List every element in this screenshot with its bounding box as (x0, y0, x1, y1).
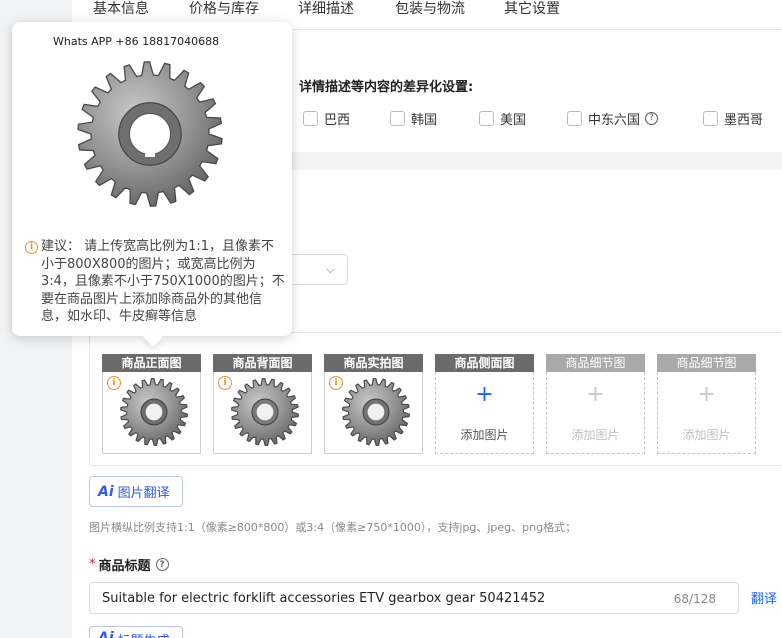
slot-header: 商品背面图 (213, 354, 312, 372)
slot-image[interactable]: i (324, 372, 423, 454)
country-label: 韩国 (411, 112, 438, 128)
checkbox[interactable] (390, 110, 405, 126)
info-circle-icon[interactable]: i (218, 376, 232, 390)
info-circle-icon[interactable]: i (107, 376, 121, 390)
tab-other-settings[interactable]: 其它设置 (504, 0, 560, 18)
ai-icon: Ai (98, 630, 114, 638)
dropdown-select[interactable]: ⌵ (286, 254, 348, 285)
slot-header: 商品细节图 (657, 354, 756, 372)
tab-package-logistics[interactable]: 包装与物流 (395, 0, 465, 18)
question-circle-icon[interactable]: ? (155, 558, 169, 571)
image-format-hint: 图片横纵比例支持1:1（像素≥800*800）或3:4（像素≥750*1000）… (89, 521, 577, 534)
image-slot-front[interactable]: 商品正面图 i (102, 354, 201, 454)
add-image-label: 添加图片 (682, 428, 731, 442)
tab-basic-info[interactable]: 基本信息 (93, 0, 149, 18)
checkbox[interactable] (567, 110, 582, 126)
country-settings-card (286, 48, 782, 152)
title-generate-button[interactable]: Ai 标题生成 (89, 626, 183, 638)
required-asterisk: * (89, 557, 96, 572)
image-slot-back[interactable]: 商品背面图 i (213, 354, 312, 454)
button-label: 图片翻译 (117, 486, 170, 501)
image-slot-detail-1: 商品细节图 + 添加图片 (546, 354, 645, 454)
country-label: 中东六国 (588, 112, 641, 128)
translate-link[interactable]: 翻译 (751, 588, 777, 607)
image-translate-button[interactable]: Ai 图片翻译 (89, 476, 183, 507)
image-slot-side[interactable]: 商品侧面图 + 添加图片 (435, 354, 534, 454)
country-checkbox-usa[interactable]: 美国 (479, 109, 527, 128)
gear-product-image (231, 377, 299, 447)
image-slot-detail-2: 商品细节图 + 添加图片 (657, 354, 756, 454)
add-image-button-disabled: + 添加图片 (546, 372, 645, 454)
gear-product-image (342, 377, 410, 447)
input-value[interactable]: Suitable for electric forklift accessori… (102, 591, 545, 606)
slot-image[interactable]: i (102, 372, 201, 454)
plus-icon: + (697, 382, 716, 407)
character-count: 68/128 (673, 592, 716, 606)
slot-header: 商品正面图 (102, 354, 201, 372)
plus-icon: + (475, 382, 494, 407)
button-label: 标题生成 (118, 630, 170, 638)
checkbox[interactable] (703, 110, 718, 126)
slot-header: 商品侧面图 (435, 354, 534, 372)
checkbox[interactable] (479, 110, 494, 126)
country-label: 墨西哥 (724, 112, 764, 128)
country-checkbox-mexico[interactable]: 墨西哥 (703, 109, 764, 128)
question-circle-icon[interactable]: ? (645, 111, 659, 125)
label-text: 商品标题 (98, 559, 151, 574)
country-checkbox-korea[interactable]: 韩国 (390, 109, 438, 128)
plus-icon: + (586, 382, 605, 407)
info-circle-icon[interactable]: i (329, 376, 343, 390)
slot-header: 商品细节图 (546, 354, 645, 372)
product-title-input[interactable]: Suitable for electric forklift accessori… (89, 582, 739, 614)
image-slot-photo[interactable]: 商品实拍图 i (324, 354, 423, 454)
tab-price-stock[interactable]: 价格与库存 (189, 0, 259, 18)
gear-product-image (120, 377, 188, 447)
add-image-button[interactable]: + 添加图片 (435, 372, 534, 454)
country-label: 巴西 (324, 112, 351, 128)
slot-header: 商品实拍图 (324, 354, 423, 372)
ai-icon: Ai (98, 483, 114, 500)
add-image-button-disabled: + 添加图片 (657, 372, 756, 454)
suggestion-text: 建议： 请上传宽高比例为1:1，且像素不小于800X800的图片；或宽高比例为3… (41, 239, 285, 324)
slot-image[interactable]: i (213, 372, 312, 454)
info-circle-icon: i (25, 241, 38, 254)
add-image-label: 添加图片 (571, 428, 620, 442)
tab-detail-description[interactable]: 详细描述 (298, 0, 354, 18)
add-image-label: 添加图片 (460, 428, 509, 442)
image-preview-popover: Whats APP +86 18817040688 i 建议： 请上传宽高比例为… (12, 22, 292, 347)
chevron-down-icon: ⌵ (325, 262, 335, 276)
gear-product-image-large (77, 61, 223, 207)
upload-suggestion: i 建议： 请上传宽高比例为1:1，且像素不小于800X800的图片；或宽高比例… (25, 238, 287, 326)
country-checkbox-middle-east[interactable]: 中东六国 ? (567, 109, 659, 128)
country-settings-title: 详情描述等内容的差异化设置: (299, 80, 474, 95)
country-checkbox-brazil[interactable]: 巴西 (303, 109, 351, 128)
checkbox[interactable] (303, 110, 318, 126)
country-label: 美国 (500, 112, 527, 128)
image-caption: Whats APP +86 18817040688 (53, 35, 220, 48)
product-title-label: * 商品标题 ? (89, 555, 169, 574)
